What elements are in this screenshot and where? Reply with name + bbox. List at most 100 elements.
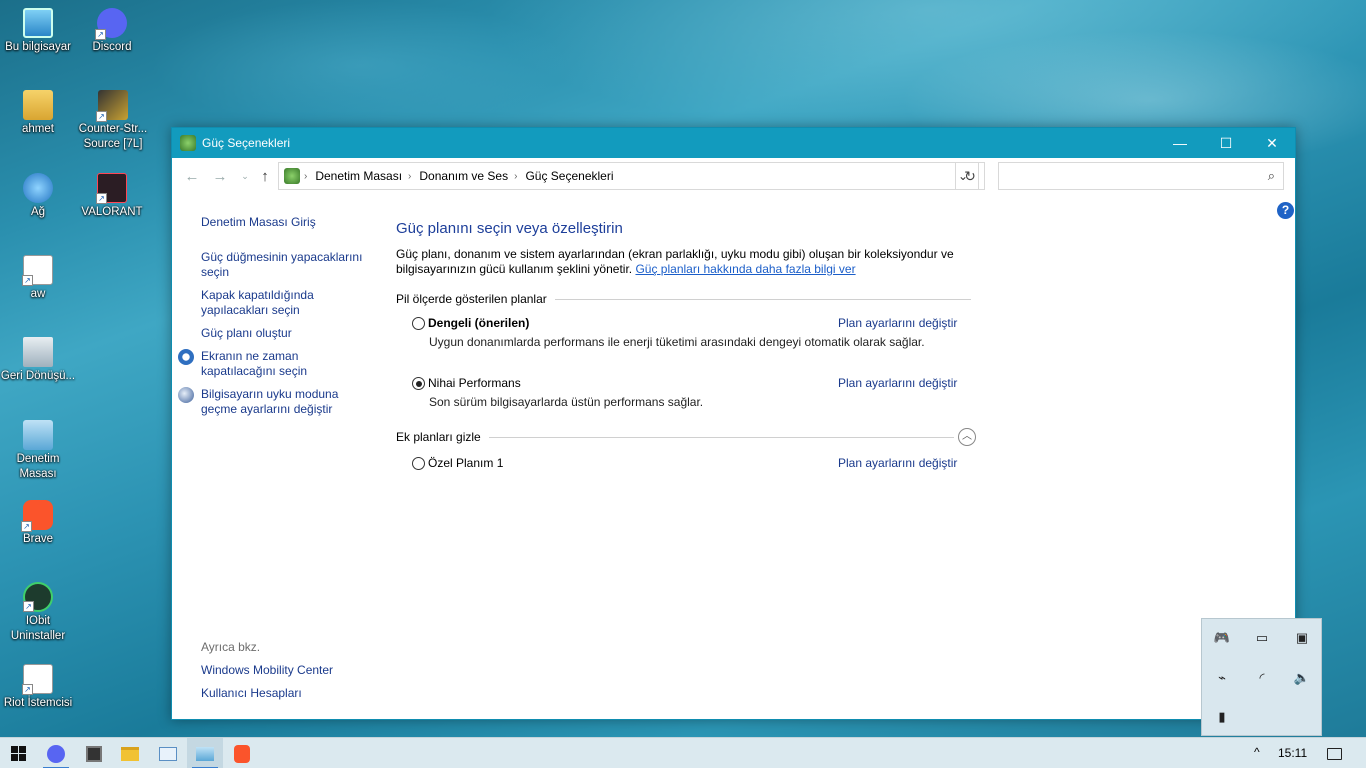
sidebar-link-sleep-settings[interactable]: Bilgisayarın uyku moduna geçme ayarların… — [178, 387, 346, 417]
search-box[interactable]: ⌕ — [998, 162, 1284, 190]
desktop-icon-riot-client[interactable]: ↗ Riot İstemcisi — [0, 664, 76, 711]
app-tray-icon[interactable]: ▮ — [1213, 709, 1231, 725]
display-tray-icon[interactable]: ▭ — [1253, 630, 1271, 646]
folder-icon — [121, 746, 139, 761]
riot-client-icon: ↗ — [22, 664, 53, 695]
clock[interactable]: 15:11 — [1278, 746, 1307, 760]
brave-icon — [234, 744, 250, 763]
sidebar: Denetim Masası Giriş Güç düğmesinin yapa… — [178, 215, 381, 425]
taskbar-performance[interactable] — [150, 738, 186, 768]
plan-ultimate-name[interactable]: Nihai Performans — [428, 376, 521, 390]
search-input[interactable] — [999, 163, 1249, 189]
maximize-icon: ☐ — [1219, 134, 1233, 151]
help-button[interactable]: ? — [1277, 202, 1294, 219]
desktop-icon-network[interactable]: Ağ — [0, 173, 76, 220]
desktop-icon-brave[interactable]: ↗ Brave — [0, 500, 76, 547]
window-title: Güç Seçenekleri — [202, 136, 291, 150]
clock-shield-icon — [178, 349, 194, 365]
tray-chevron-up-icon[interactable]: ^ — [1254, 745, 1260, 759]
notification-icon — [1326, 748, 1342, 760]
breadcrumb-chevron-icon: › — [514, 170, 518, 182]
wifi-tray-icon[interactable]: ◜ — [1253, 670, 1271, 686]
desktop-icon-control-panel[interactable]: Denetim Masası — [0, 420, 76, 482]
taskbar-file-explorer[interactable] — [112, 738, 148, 768]
plan-custom-name[interactable]: Özel Planım 1 — [428, 456, 503, 470]
breadcrumb-control-panel[interactable]: Denetim Masası — [315, 169, 402, 183]
discord-icon — [47, 744, 65, 763]
performance-icon — [159, 746, 177, 761]
see-also-link-mobility-center[interactable]: Windows Mobility Center — [201, 663, 401, 678]
discord-tray-icon[interactable]: 🎮 — [1213, 630, 1231, 646]
breadcrumb-chevron-icon: › — [408, 170, 412, 182]
plan-balanced-radio[interactable] — [412, 317, 425, 330]
divider — [554, 298, 971, 300]
start-button[interactable] — [0, 738, 36, 768]
breadcrumb-chevron-icon: › — [304, 170, 308, 182]
desktop-icon-discord[interactable]: ↗ Discord — [74, 8, 150, 55]
control-panel-small-icon — [284, 168, 300, 184]
desktop-icon-ahmet[interactable]: ahmet — [0, 90, 76, 137]
task-manager-icon — [86, 745, 102, 762]
refresh-icon: ↻ — [964, 167, 976, 184]
main-content: Güç planını seçin veya özelleştirin Güç … — [396, 220, 996, 506]
desktop-icon-this-pc[interactable]: Bu bilgisayar — [0, 8, 76, 55]
valorant-icon: ↗ — [96, 173, 127, 204]
desktop-icon-iobit[interactable]: ↗ IObit Uninstaller — [0, 582, 76, 644]
plan-balanced-desc: Uygun donanımlarda performans ile enerji… — [429, 335, 925, 349]
discord-icon: ↗ — [95, 8, 127, 40]
tray-overflow-popup: 🎮 ▭ ▣ ⌁ ◜ 🔈 ▮ — [1201, 618, 1322, 736]
up-button[interactable]: ↑ — [254, 166, 276, 188]
plan-balanced-name[interactable]: Dengeli (önerilen) — [428, 316, 529, 330]
back-button[interactable]: ← — [181, 166, 203, 188]
control-panel-tray-icon[interactable]: ▣ — [1293, 630, 1311, 646]
counter-strike-icon: ↗ — [96, 90, 128, 122]
forward-button[interactable]: → — [209, 166, 231, 188]
computer-icon — [23, 8, 53, 38]
minimize-button[interactable]: — — [1157, 128, 1203, 158]
plan-balanced-change-link[interactable]: Plan ayarlarını değiştir — [838, 316, 957, 330]
see-also-link-user-accounts[interactable]: Kullanıcı Hesapları — [201, 686, 401, 701]
page-title: Güç planını seçin veya özelleştirin — [396, 220, 623, 237]
brave-icon: ↗ — [21, 500, 53, 532]
notifications-button[interactable] — [1320, 742, 1348, 766]
address-toolbar: ← → ⌄ ↑ › Denetim Masası › Donanım ve Se… — [172, 158, 1295, 195]
sidebar-link-control-panel-home[interactable]: Denetim Masası Giriş — [201, 215, 381, 230]
breadcrumb-hardware-sound[interactable]: Donanım ve Ses — [419, 169, 508, 183]
collapse-chevron-icon[interactable]: ︿ — [958, 428, 976, 446]
power-options-icon — [180, 135, 196, 151]
title-bar[interactable]: Güç Seçenekleri — ☐ ✕ — [172, 128, 1295, 158]
taskbar-brave[interactable] — [224, 738, 260, 768]
iobit-icon: ↗ — [23, 582, 53, 612]
refresh-button[interactable]: ↻ — [955, 162, 985, 190]
desktop-icon-recycle-bin[interactable]: Geri Dönüşü... — [0, 337, 76, 384]
plan-custom-change-link[interactable]: Plan ayarlarını değiştir — [838, 456, 957, 470]
desktop-icon-counter-strike[interactable]: ↗ Counter-Str... Source [7L] — [74, 90, 152, 152]
recent-locations-button[interactable]: ⌄ — [234, 166, 256, 188]
plan-ultimate-change-link[interactable]: Plan ayarlarını değiştir — [838, 376, 957, 390]
plan-custom-radio[interactable] — [412, 457, 425, 470]
learn-more-link[interactable]: Güç planları hakkında daha fazla bilgi v… — [635, 262, 855, 276]
volume-tray-icon[interactable]: 🔈 — [1293, 670, 1311, 686]
address-bar[interactable]: › Denetim Masası › Donanım ve Ses › Güç … — [278, 162, 979, 190]
desktop-icon-valorant[interactable]: ↗ VALORANT — [74, 173, 150, 220]
plan-custom-1: Özel Planım 1 Plan ayarlarını değiştir — [396, 454, 996, 506]
power-options-window: Güç Seçenekleri — ☐ ✕ ← → ⌄ ↑ › Denetim … — [171, 127, 1296, 720]
taskbar-task-manager[interactable] — [76, 738, 112, 768]
taskbar: ^ 15:11 — [0, 737, 1366, 768]
sidebar-link-display-off[interactable]: Ekranın ne zaman kapatılacağını seçin — [178, 349, 316, 379]
taskbar-discord[interactable] — [38, 738, 74, 768]
taskbar-control-panel[interactable] — [187, 738, 223, 768]
close-button[interactable]: ✕ — [1249, 128, 1295, 158]
forward-arrow-icon: → — [212, 168, 228, 185]
page-description: Güç planı, donanım ve sistem ayarlarında… — [396, 247, 954, 276]
desktop-icon-aw[interactable]: ↗ aw — [0, 255, 76, 302]
sidebar-link-lid-close[interactable]: Kapak kapatıldığında yapılacakları seçin — [201, 288, 326, 318]
plan-ultimate-radio[interactable] — [412, 377, 425, 390]
chevron-down-icon: ⌄ — [241, 171, 249, 181]
battery-tray-icon[interactable]: ⌁ — [1213, 670, 1231, 686]
maximize-button[interactable]: ☐ — [1203, 128, 1249, 158]
sidebar-link-create-plan[interactable]: Güç planı oluştur — [201, 326, 381, 341]
breadcrumb-power-options[interactable]: Güç Seçenekleri — [525, 169, 613, 183]
sidebar-link-power-button[interactable]: Güç düğmesinin yapacaklarını seçin — [201, 250, 366, 280]
search-icon[interactable]: ⌕ — [1268, 168, 1275, 184]
